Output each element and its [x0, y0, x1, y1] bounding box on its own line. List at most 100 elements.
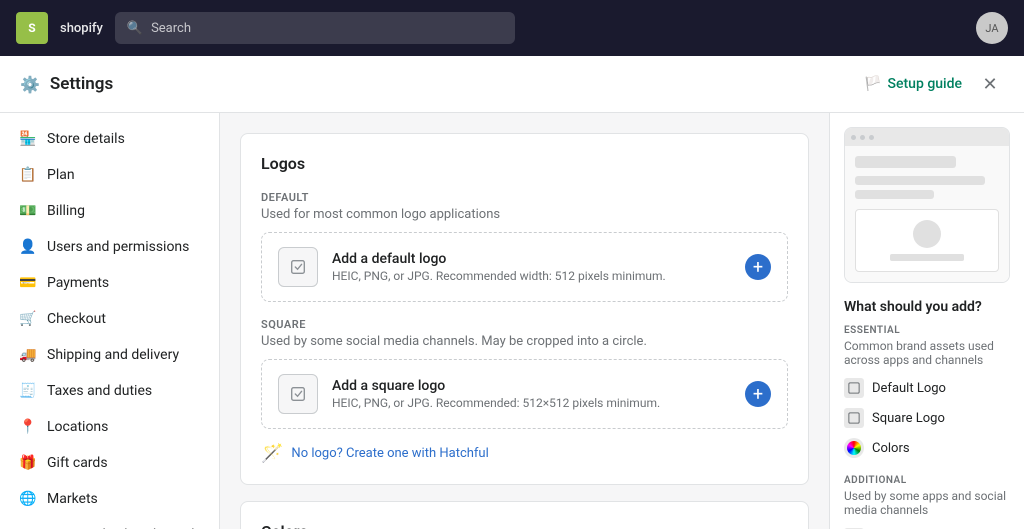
sidebar-item-label: Shipping and delivery — [47, 347, 179, 363]
upload-name: Add a default logo — [332, 251, 731, 267]
mockup-dot — [851, 135, 856, 140]
logos-card-title: Logos — [261, 154, 788, 173]
panel-item-label: Square Logo — [872, 411, 945, 426]
mockup-logo-placeholder — [855, 156, 956, 168]
flag-icon: 🏳️ — [864, 76, 881, 92]
mockup-card — [855, 209, 999, 272]
main-content: Logos DEFAULT Used for most common logo … — [220, 113, 829, 529]
sidebar-item-gift-cards[interactable]: 🎁 Gift cards — [0, 445, 219, 481]
upload-icon — [278, 247, 318, 287]
gift-icon: 🎁 — [19, 454, 37, 472]
settings-header: ⚙️ Settings 🏳️ Setup guide ✕ — [0, 56, 1024, 113]
store-icon: 🏪 — [19, 130, 37, 148]
billing-icon: 💵 — [19, 202, 37, 220]
colors-card-title: Colors — [261, 522, 788, 529]
header-actions: 🏳️ Setup guide ✕ — [864, 70, 1004, 98]
sidebar-item-label: Markets — [47, 491, 98, 507]
upload-hint: HEIC, PNG, or JPG. Recommended width: 51… — [332, 269, 731, 283]
upload-name: Add a square logo — [332, 378, 731, 394]
upload-text: Add a default logo HEIC, PNG, or JPG. Re… — [332, 251, 731, 283]
sidebar-item-label: Taxes and duties — [47, 383, 152, 399]
plan-icon: 📋 — [19, 166, 37, 184]
checkout-icon: 🛒 — [19, 310, 37, 328]
panel-title: What should you add? — [844, 299, 1010, 315]
mockup-dot — [869, 135, 874, 140]
taxes-icon: 🧾 — [19, 382, 37, 400]
colors-card: Colors PRIMARY The brand colors that app… — [240, 501, 809, 529]
panel-item-icon — [844, 438, 864, 458]
sidebar-item-markets[interactable]: 🌐 Markets — [0, 481, 219, 517]
default-desc: Used for most common logo applications — [261, 207, 788, 222]
preview-mockup — [844, 127, 1010, 283]
sidebar-item-taxes-and-duties[interactable]: 🧾 Taxes and duties — [0, 373, 219, 409]
sidebar-item-shipping-and-delivery[interactable]: 🚚 Shipping and delivery — [0, 337, 219, 373]
panel-item-icon — [844, 378, 864, 398]
sidebar-item-users-and-permissions[interactable]: 👤 Users and permissions — [0, 229, 219, 265]
panel-item-icon — [844, 408, 864, 428]
square-logo-upload-box[interactable]: Add a square logo HEIC, PNG, or JPG. Rec… — [261, 359, 788, 429]
mockup-small-line — [890, 254, 963, 261]
default-logo-upload-box[interactable]: Add a default logo HEIC, PNG, or JPG. Re… — [261, 232, 788, 302]
sidebar-item-label: Users and permissions — [47, 239, 189, 255]
panel-item-label: Colors — [872, 441, 910, 456]
mockup-line — [855, 176, 985, 185]
upload-text: Add a square logo HEIC, PNG, or JPG. Rec… — [332, 378, 731, 410]
upload-hint: HEIC, PNG, or JPG. Recommended: 512×512 … — [332, 396, 731, 410]
panel-item-colors[interactable]: Colors — [844, 433, 1010, 463]
sidebar-item-label: Store details — [47, 131, 125, 147]
settings-modal: ⚙️ Settings 🏳️ Setup guide ✕ 🏪 Store det… — [0, 56, 1024, 529]
square-label: SQUARE — [261, 318, 788, 331]
search-icon: 🔍 — [127, 21, 143, 36]
close-button[interactable]: ✕ — [976, 70, 1004, 98]
right-panel: What should you add? ESSENTIAL Common br… — [829, 113, 1024, 529]
additional-label: ADDITIONAL — [844, 475, 1010, 486]
search-bar[interactable]: 🔍 Search — [115, 12, 515, 44]
panel-item-square-logo[interactable]: Square Logo — [844, 403, 1010, 433]
panel-item-cover-image[interactable]: Cover Image — [844, 523, 1010, 529]
mockup-line-short — [855, 190, 934, 199]
sidebar: 🏪 Store details 📋 Plan 💵 Billing 👤 Users… — [0, 113, 220, 529]
mockup-body — [845, 146, 1009, 282]
setup-guide-label: Setup guide — [888, 76, 962, 92]
top-bar: S shopify 🔍 Search JA — [0, 0, 1024, 56]
sidebar-item-apps-and-sales-channels[interactable]: ⊞ Apps and sales channels — [0, 517, 219, 529]
shipping-icon: 🚚 — [19, 346, 37, 364]
sidebar-item-payments[interactable]: 💳 Payments — [0, 265, 219, 301]
no-logo-text: No logo? Create one with Hatchful — [291, 446, 488, 461]
square-desc: Used by some social media channels. May … — [261, 334, 788, 349]
settings-body: 🏪 Store details 📋 Plan 💵 Billing 👤 Users… — [0, 113, 1024, 529]
gear-icon: ⚙️ — [20, 75, 40, 94]
sidebar-item-label: Plan — [47, 167, 75, 183]
mockup-top-bar — [845, 128, 1009, 146]
sidebar-item-label: Gift cards — [47, 455, 108, 471]
sidebar-item-locations[interactable]: 📍 Locations — [0, 409, 219, 445]
default-label: DEFAULT — [261, 191, 788, 204]
sidebar-item-plan[interactable]: 📋 Plan — [0, 157, 219, 193]
mockup-avatar-placeholder — [913, 220, 941, 248]
setup-guide-button[interactable]: 🏳️ Setup guide — [864, 76, 962, 92]
add-square-logo-button[interactable]: + — [745, 381, 771, 407]
sidebar-item-store-details[interactable]: 🏪 Store details — [0, 121, 219, 157]
users-icon: 👤 — [19, 238, 37, 256]
panel-item-label: Default Logo — [872, 381, 946, 396]
sidebar-item-label: Checkout — [47, 311, 106, 327]
shopify-logo: S — [16, 12, 48, 44]
markets-icon: 🌐 — [19, 490, 37, 508]
add-default-logo-button[interactable]: + — [745, 254, 771, 280]
sidebar-item-checkout[interactable]: 🛒 Checkout — [0, 301, 219, 337]
sidebar-item-billing[interactable]: 💵 Billing — [0, 193, 219, 229]
upload-icon — [278, 374, 318, 414]
additional-desc: Used by some apps and social media chann… — [844, 489, 1010, 517]
hatchful-emoji-icon: 🪄 — [261, 443, 283, 464]
panel-item-default-logo[interactable]: Default Logo — [844, 373, 1010, 403]
locations-icon: 📍 — [19, 418, 37, 436]
logos-card: Logos DEFAULT Used for most common logo … — [240, 133, 809, 485]
sidebar-item-label: Locations — [47, 419, 108, 435]
store-name: shopify — [60, 21, 103, 36]
avatar[interactable]: JA — [976, 12, 1008, 44]
no-logo-link[interactable]: 🪄 No logo? Create one with Hatchful — [261, 443, 788, 464]
top-bar-right: JA — [976, 12, 1008, 44]
sidebar-item-label: Payments — [47, 275, 109, 291]
search-placeholder: Search — [151, 21, 191, 36]
default-logo-section: DEFAULT Used for most common logo applic… — [261, 191, 788, 302]
